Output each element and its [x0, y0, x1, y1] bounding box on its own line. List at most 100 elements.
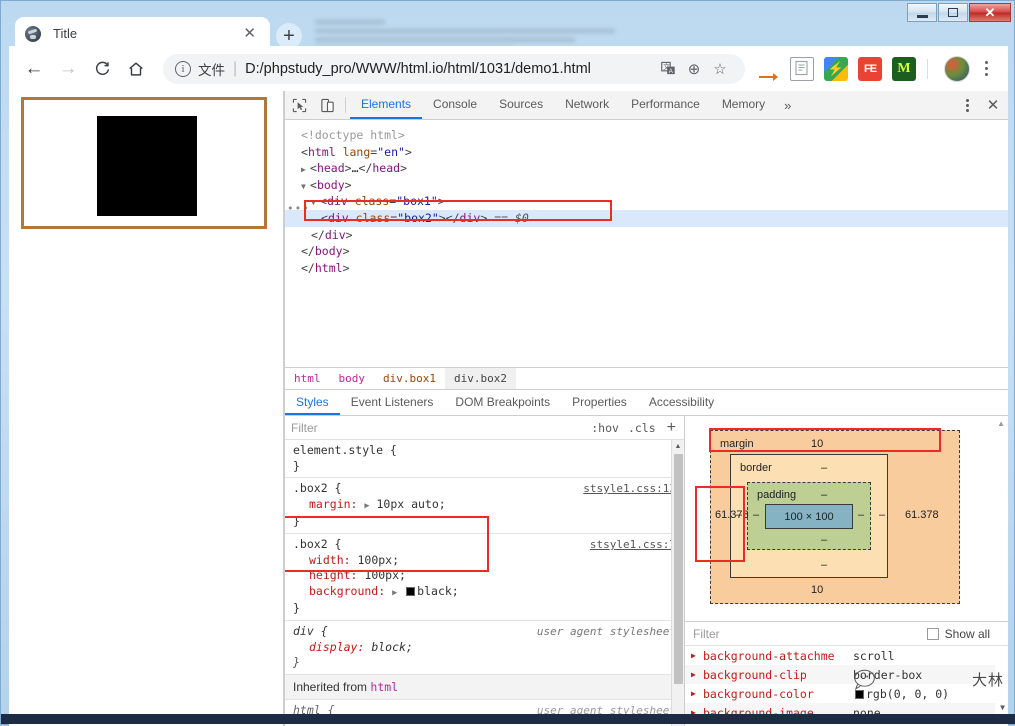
- devtools-tab-memory[interactable]: Memory: [711, 91, 776, 119]
- drive-extension-icon[interactable]: [824, 56, 848, 81]
- color-swatch[interactable]: [406, 586, 416, 596]
- tab-dom-breakpoints[interactable]: DOM Breakpoints: [444, 390, 561, 415]
- rule-origin[interactable]: stsyle1.css:13: [583, 481, 676, 497]
- box-model-content[interactable]: 100 × 100: [765, 504, 853, 529]
- expand-triangle-icon[interactable]: ▶: [691, 670, 703, 679]
- style-rule[interactable]: .box2 {stsyle1.css:7 width: 100px; height:…: [285, 534, 684, 621]
- boxmodel-scrollbar[interactable]: ▲: [995, 416, 1008, 621]
- translate-icon[interactable]: 文 A: [655, 56, 681, 82]
- devtools-tab-performance[interactable]: Performance: [620, 91, 711, 119]
- declaration-value[interactable]: 10px auto;: [376, 497, 445, 511]
- margin-bottom-value[interactable]: 10: [811, 584, 823, 596]
- padding-left-value[interactable]: –: [753, 509, 759, 521]
- padding-right-value[interactable]: –: [858, 509, 864, 521]
- scroll-up-arrow[interactable]: ▲: [672, 440, 684, 453]
- close-tab-icon[interactable]: ✕: [239, 24, 260, 43]
- dom-node[interactable]: </html>: [285, 260, 1008, 277]
- devtools-tab-elements[interactable]: Elements: [350, 91, 423, 119]
- back-button[interactable]: ←: [19, 54, 49, 84]
- dom-node-selected[interactable]: <div class="box2"></div> == $0: [285, 209, 1008, 227]
- devtools-close-button[interactable]: ✕: [978, 96, 1008, 114]
- style-declaration[interactable]: display: block;: [293, 640, 676, 656]
- dom-node[interactable]: ▶ <head>…</head>: [285, 160, 1008, 177]
- declaration-value[interactable]: 100px;: [357, 553, 399, 567]
- page-viewport[interactable]: [9, 91, 284, 726]
- tab-properties[interactable]: Properties: [561, 390, 638, 415]
- show-all-checkbox[interactable]: [926, 627, 939, 640]
- profile-avatar[interactable]: [944, 55, 970, 82]
- margin-right-value[interactable]: 61.378: [905, 509, 939, 521]
- devtools-more-tabs-button[interactable]: »: [776, 91, 799, 119]
- border-right-value[interactable]: –: [879, 509, 885, 521]
- padding-top-value[interactable]: –: [821, 489, 827, 501]
- style-rule[interactable]: div {user agent stylesheet display: block…: [285, 621, 684, 675]
- declaration-value[interactable]: black;: [417, 584, 459, 598]
- breadcrumb-item-html[interactable]: html: [285, 368, 330, 389]
- border-bottom-value[interactable]: –: [821, 559, 827, 571]
- url-text[interactable]: D:/phpstudy_pro/WWW/html.io/html/1031/de…: [245, 61, 655, 77]
- style-rule[interactable]: .box2 {stsyle1.css:13 margin: ▶ 10px auto…: [285, 478, 684, 534]
- computed-property-row[interactable]: ▶ background-color rgb(0, 0, 0): [685, 684, 1008, 703]
- home-button[interactable]: [121, 54, 151, 84]
- tab-accessibility[interactable]: Accessibility: [638, 390, 725, 415]
- dom-node[interactable]: </div>: [285, 227, 1008, 244]
- tab-event-listeners[interactable]: Event Listeners: [340, 390, 445, 415]
- margin-top-value[interactable]: 10: [811, 438, 823, 450]
- border-top-value[interactable]: –: [821, 462, 827, 474]
- m-extension-icon[interactable]: M: [892, 56, 916, 81]
- scroll-up-arrow[interactable]: ▲: [997, 419, 1005, 428]
- style-declaration[interactable]: margin: ▶ 10px auto;: [293, 497, 676, 515]
- style-rule[interactable]: element.style {}: [285, 440, 684, 479]
- new-style-rule-button[interactable]: +: [667, 419, 676, 436]
- forward-button[interactable]: →: [53, 54, 83, 84]
- expand-shorthand-icon[interactable]: ▶: [392, 588, 397, 598]
- dom-node[interactable]: <!doctype html>: [285, 127, 1008, 144]
- devtools-tab-sources[interactable]: Sources: [488, 91, 554, 119]
- device-toolbar-icon[interactable]: [313, 91, 341, 119]
- expand-triangle-icon[interactable]: ▶: [691, 651, 703, 660]
- breadcrumb-item-body[interactable]: body: [330, 368, 375, 389]
- breadcrumb-item-box2[interactable]: div.box2: [444, 368, 516, 389]
- styles-filter-input[interactable]: Filter: [291, 421, 582, 435]
- margin-left-value[interactable]: 61.378: [715, 509, 749, 521]
- inspect-cursor-icon[interactable]: [285, 91, 313, 119]
- border-left-value[interactable]: –: [736, 509, 742, 521]
- zoom-icon[interactable]: ⊕: [681, 56, 707, 82]
- computed-property-row[interactable]: ▶ background-clip border-box: [685, 665, 1008, 684]
- dom-node[interactable]: ▼ <div class="box1">: [285, 193, 1008, 210]
- styles-scrollbar[interactable]: ▲ ▼: [671, 440, 684, 726]
- tab-styles[interactable]: Styles: [285, 390, 340, 415]
- fe-extension-icon[interactable]: FE: [858, 56, 882, 81]
- reload-button[interactable]: [87, 54, 117, 84]
- dom-tree[interactable]: <!doctype html> <html lang="en"> ▶ <head>…<…: [285, 120, 1008, 367]
- devtools-settings-button[interactable]: [956, 98, 978, 113]
- dom-expand-ellipsis[interactable]: •••: [287, 202, 310, 215]
- styles-rules-list[interactable]: element.style {} .box2 {stsyle1.css:13 mar…: [285, 440, 684, 726]
- padding-bottom-value[interactable]: –: [821, 534, 827, 546]
- scroll-down-arrow[interactable]: ▼: [1000, 703, 1005, 712]
- dom-node[interactable]: <html lang="en">: [285, 144, 1008, 161]
- computed-property-row[interactable]: ▶ background-attachme scroll: [685, 646, 1008, 665]
- devtools-tab-network[interactable]: Network: [554, 91, 620, 119]
- declaration-value[interactable]: 100px;: [364, 568, 406, 582]
- breadcrumb-item-box1[interactable]: div.box1: [374, 368, 445, 389]
- declaration-value[interactable]: block;: [371, 640, 413, 654]
- box-model-diagram[interactable]: 100 × 100 margin border padding 10 10 61…: [685, 416, 1008, 621]
- page-info-icon[interactable]: i: [175, 60, 191, 77]
- color-swatch[interactable]: [855, 689, 864, 699]
- expand-shorthand-icon[interactable]: ▶: [364, 501, 369, 511]
- computed-filter-input[interactable]: Filter: [693, 627, 927, 641]
- bookmark-star-icon[interactable]: ☆: [707, 56, 733, 82]
- style-declaration[interactable]: width: 100px;: [293, 553, 676, 569]
- expand-triangle-icon[interactable]: ▶: [691, 689, 703, 698]
- rule-origin[interactable]: stsyle1.css:7: [590, 537, 676, 553]
- address-bar[interactable]: i 文件 | D:/phpstudy_pro/WWW/html.io/html/…: [163, 53, 745, 84]
- dom-node[interactable]: </body>: [285, 243, 1008, 260]
- reader-extension-icon[interactable]: [790, 56, 814, 81]
- style-declaration[interactable]: background: ▶ black;: [293, 584, 676, 602]
- pilcrow-extension-icon[interactable]: [756, 57, 780, 81]
- dom-node[interactable]: ▼ <body>: [285, 177, 1008, 194]
- chrome-menu-button[interactable]: [974, 60, 998, 78]
- cls-button[interactable]: .cls: [628, 421, 656, 435]
- style-declaration[interactable]: height: 100px;: [293, 568, 676, 584]
